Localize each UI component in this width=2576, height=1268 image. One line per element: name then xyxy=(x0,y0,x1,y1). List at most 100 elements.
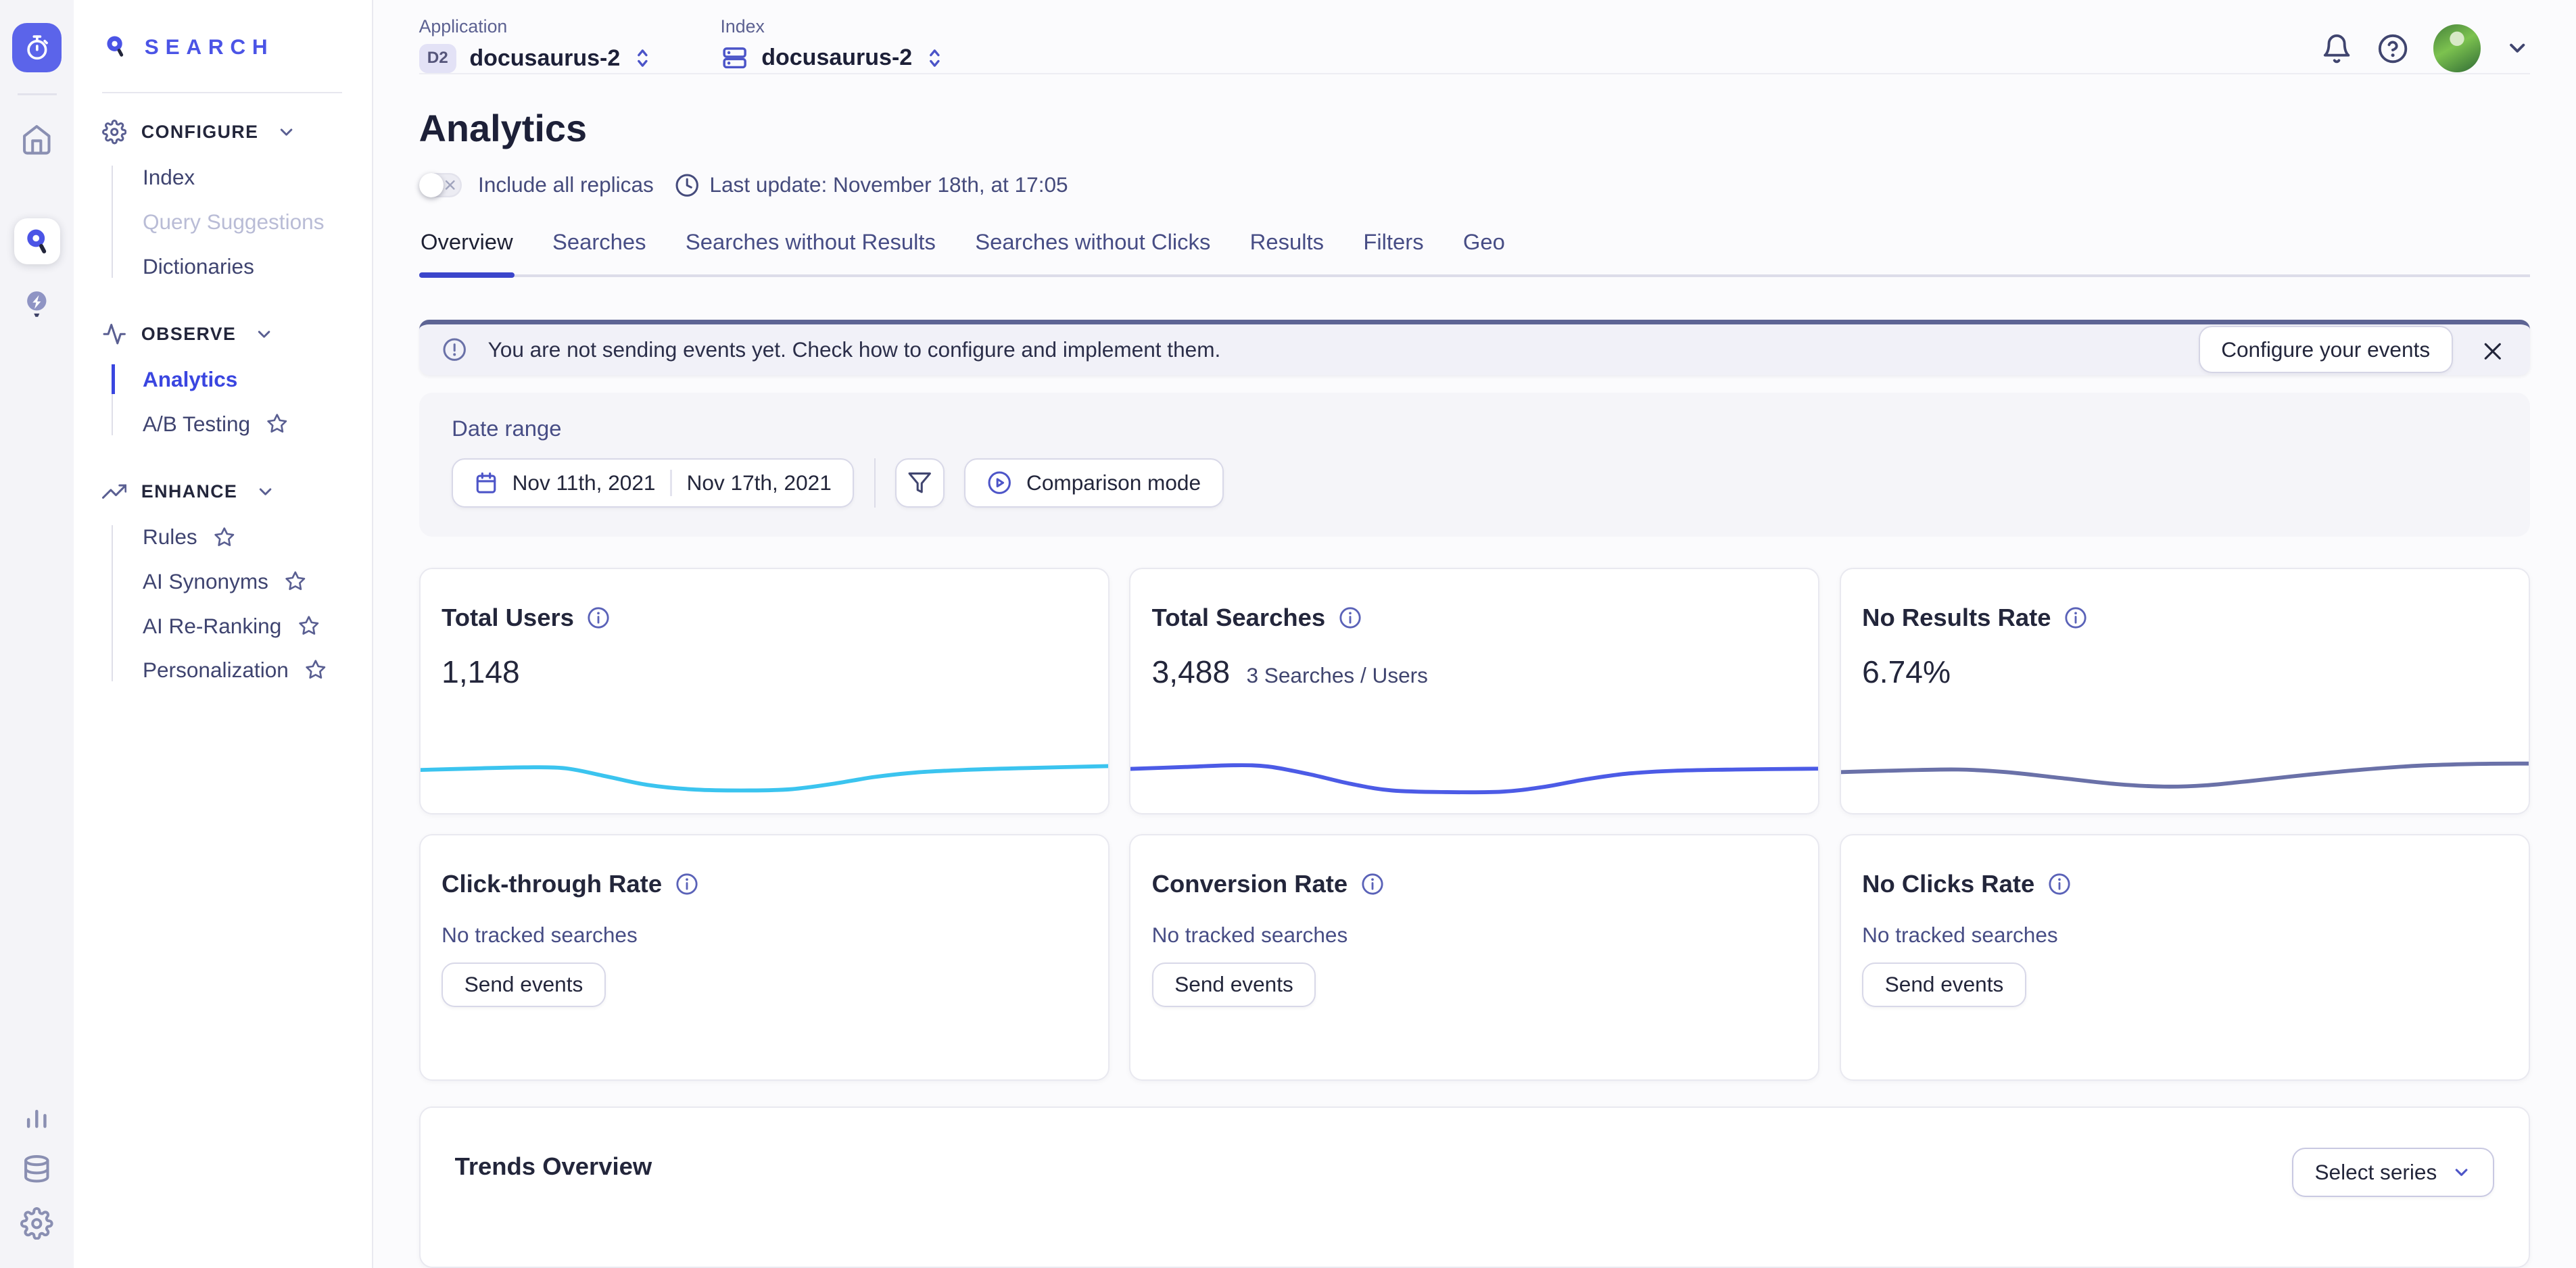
info-icon[interactable] xyxy=(675,873,698,896)
tab-searches[interactable]: Searches xyxy=(551,222,648,274)
send-events-button[interactable]: Send events xyxy=(442,962,606,1006)
home-icon[interactable] xyxy=(12,115,62,164)
trends-title: Trends Overview xyxy=(455,1152,652,1181)
kpi-value: 6.74% xyxy=(1862,654,1951,690)
star-icon[interactable] xyxy=(298,615,320,637)
recommend-lightbulb-icon[interactable] xyxy=(12,279,62,328)
search-logo-icon xyxy=(102,33,130,61)
total-searches-sparkline xyxy=(1130,714,1818,800)
conversion-rate-card: Conversion Rate No tracked searches Send… xyxy=(1129,834,1819,1080)
filter-button[interactable] xyxy=(895,458,945,508)
total-users-sparkline xyxy=(421,714,1108,800)
data-database-icon[interactable] xyxy=(12,1145,62,1194)
send-events-button[interactable]: Send events xyxy=(1152,962,1316,1006)
toggle-off-x-icon xyxy=(444,178,456,191)
no-clicks-rate-card: No Clicks Rate No tracked searches Send … xyxy=(1840,834,2530,1080)
info-icon[interactable] xyxy=(2048,873,2071,896)
empty-message: No tracked searches xyxy=(442,923,1108,948)
sidebar-item-ai-re-ranking[interactable]: AI Re-Ranking xyxy=(143,614,372,637)
date-separator xyxy=(670,470,671,496)
application-label: Application xyxy=(419,16,652,37)
sidebar-item-analytics[interactable]: Analytics xyxy=(143,368,372,391)
card-title: Conversion Rate xyxy=(1152,870,1348,898)
card-title: Total Searches xyxy=(1152,604,1326,632)
app-switcher-stopwatch-icon[interactable] xyxy=(12,23,62,72)
sidebar-item-personalization[interactable]: Personalization xyxy=(143,658,372,681)
include-replicas-toggle[interactable] xyxy=(419,173,462,197)
empty-message: No tracked searches xyxy=(1862,923,2529,948)
sidebar-item-ai-synonyms[interactable]: AI Synonyms xyxy=(143,570,372,593)
monitoring-bar-chart-icon[interactable] xyxy=(12,1090,62,1140)
settings-gear-icon[interactable] xyxy=(12,1199,62,1248)
observe-activity-icon xyxy=(102,322,126,346)
sidebar-item-dictionaries[interactable]: Dictionaries xyxy=(143,255,372,278)
click-through-rate-card: Click-through Rate No tracked searches S… xyxy=(419,834,1110,1080)
app-window: SEARCH CONFIGURE Index Query Suggestions… xyxy=(0,0,2576,1268)
chevron-down-icon xyxy=(2452,1163,2471,1182)
chevron-down-icon xyxy=(277,122,296,142)
star-icon[interactable] xyxy=(305,659,327,681)
date-range-end: Nov 17th, 2021 xyxy=(687,470,832,495)
chevron-down-icon xyxy=(254,324,274,344)
info-icon[interactable] xyxy=(1361,873,1384,896)
configure-events-button[interactable]: Configure your events xyxy=(2199,326,2453,373)
total-searches-card: Total Searches 3,488 3 Searches / Users xyxy=(1129,568,1819,814)
trends-overview-card: Trends Overview Select series xyxy=(419,1106,2530,1267)
application-value: docusaurus-2 xyxy=(469,45,620,72)
comparison-mode-button[interactable]: Comparison mode xyxy=(964,458,1223,508)
star-icon[interactable] xyxy=(266,413,288,435)
section-enhance-label: ENHANCE xyxy=(141,481,237,502)
notifications-bell-icon[interactable] xyxy=(2321,33,2352,64)
section-configure[interactable]: CONFIGURE xyxy=(102,120,372,144)
tab-filters[interactable]: Filters xyxy=(1362,222,1425,274)
help-icon[interactable] xyxy=(2377,33,2408,64)
alert-circle-icon xyxy=(442,337,467,362)
calendar-icon xyxy=(475,471,498,494)
kpi-value: 1,148 xyxy=(442,654,520,690)
tab-searches-without-results[interactable]: Searches without Results xyxy=(684,222,937,274)
search-logo[interactable]: SEARCH xyxy=(102,33,372,61)
send-events-button[interactable]: Send events xyxy=(1862,962,2026,1006)
star-icon[interactable] xyxy=(214,527,235,548)
sidebar-item-query-suggestions[interactable]: Query Suggestions xyxy=(143,210,372,233)
sidebar-item-ab-testing[interactable]: A/B Testing xyxy=(143,412,372,435)
section-configure-label: CONFIGURE xyxy=(141,122,258,143)
user-avatar[interactable] xyxy=(2433,24,2481,72)
rail-bottom-group xyxy=(12,1086,62,1268)
card-title: No Results Rate xyxy=(1862,604,2051,632)
section-observe[interactable]: OBSERVE xyxy=(102,322,372,346)
section-enhance[interactable]: ENHANCE xyxy=(102,479,372,504)
sidebar-item-index[interactable]: Index xyxy=(143,166,372,189)
star-icon[interactable] xyxy=(285,570,306,592)
card-title: Click-through Rate xyxy=(442,870,662,898)
search-logo-text: SEARCH xyxy=(145,34,275,59)
info-icon[interactable] xyxy=(587,606,610,629)
last-update-text: Last update: November 18th, at 17:05 xyxy=(709,172,1068,197)
configure-gear-icon xyxy=(102,120,126,144)
tab-results[interactable]: Results xyxy=(1248,222,1325,274)
select-series-dropdown[interactable]: Select series xyxy=(2292,1148,2494,1197)
sidebar: SEARCH CONFIGURE Index Query Suggestions… xyxy=(74,0,373,1268)
account-chevron-down-icon[interactable] xyxy=(2505,36,2529,60)
search-product-icon[interactable] xyxy=(14,218,60,264)
observe-items: Analytics A/B Testing xyxy=(112,368,371,435)
info-icon[interactable] xyxy=(1339,606,1362,629)
info-icon[interactable] xyxy=(2064,606,2087,629)
analytics-tabs: Overview Searches Searches without Resul… xyxy=(419,222,2530,277)
tab-geo[interactable]: Geo xyxy=(1461,222,1506,274)
date-range-picker[interactable]: Nov 11th, 2021 Nov 17th, 2021 xyxy=(452,458,854,508)
tab-overview[interactable]: Overview xyxy=(419,222,515,274)
index-selector[interactable]: Index docusaurus-2 xyxy=(721,16,944,72)
sidebar-item-rules[interactable]: Rules xyxy=(143,525,372,548)
close-icon[interactable] xyxy=(2482,341,2504,362)
rail-divider xyxy=(18,93,57,95)
icon-rail xyxy=(0,0,74,1268)
funnel-icon xyxy=(907,470,932,495)
application-selector[interactable]: Application D2 docusaurus-2 xyxy=(419,16,652,72)
meta-row: Include all replicas Last update: Novemb… xyxy=(419,172,2530,197)
total-users-card: Total Users 1,148 xyxy=(419,568,1110,814)
topbar-right xyxy=(2321,24,2530,72)
tab-searches-without-clicks[interactable]: Searches without Clicks xyxy=(974,222,1212,274)
index-server-icon xyxy=(721,44,748,72)
events-banner: You are not sending events yet. Check ho… xyxy=(419,320,2530,375)
